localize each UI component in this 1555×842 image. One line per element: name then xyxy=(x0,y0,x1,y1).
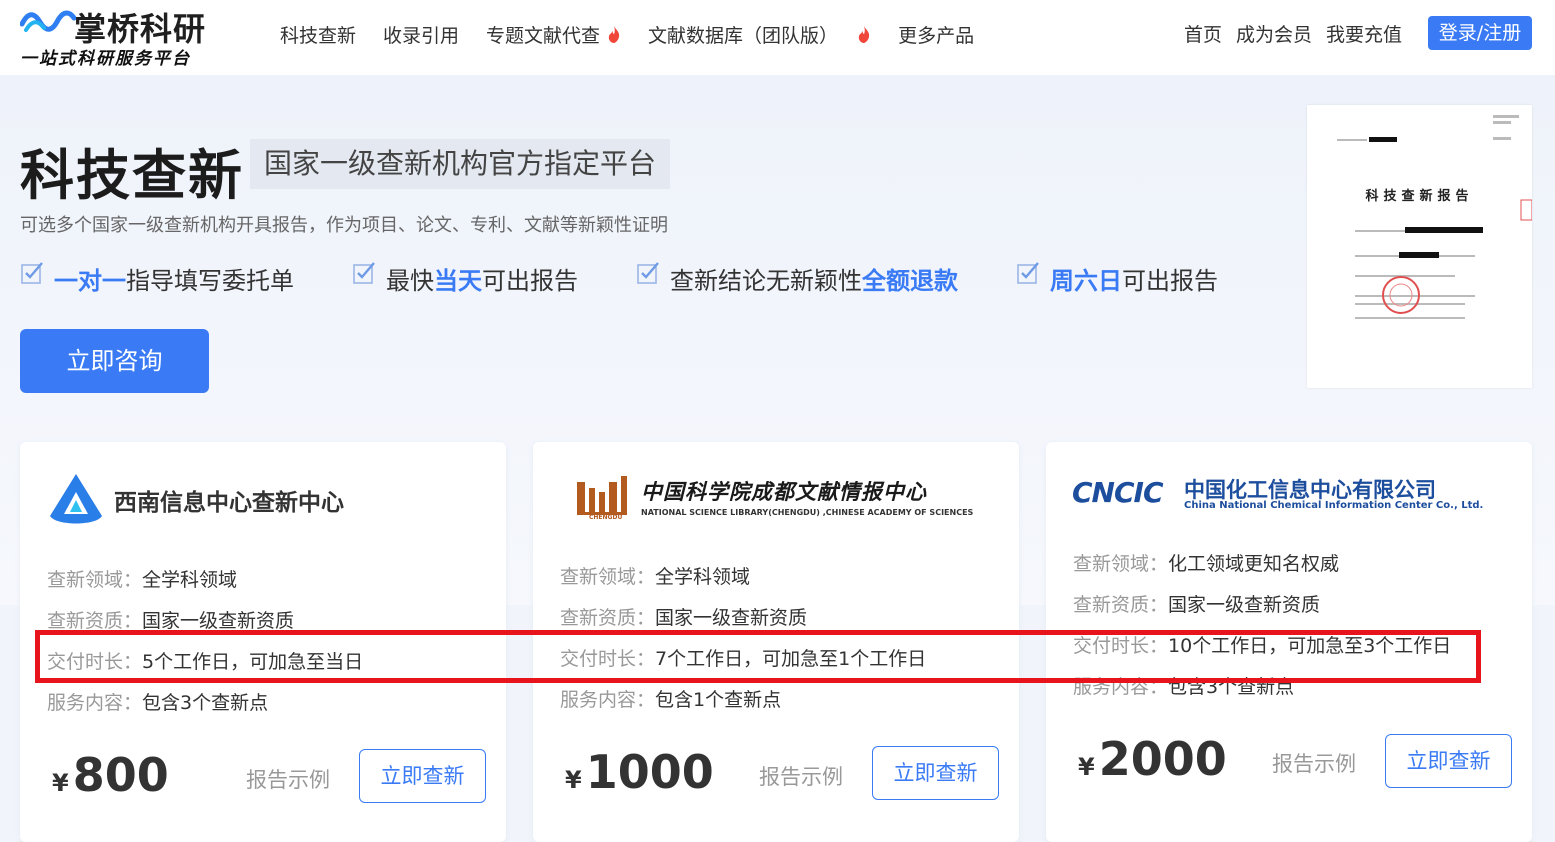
currency-symbol: ¥ xyxy=(565,766,582,794)
feature-highlight: 当天 xyxy=(434,267,482,295)
nav-item-tech-novelty[interactable]: 科技查新 xyxy=(280,21,356,48)
info-row-field: 查新领域： 全学科领域 xyxy=(560,562,750,589)
feature-text: 最快 xyxy=(386,267,434,295)
agency-logo-mark: CNCIC xyxy=(1072,476,1163,509)
info-row-qualification: 查新资质： 国家一级查新资质 xyxy=(47,606,294,633)
user-nav: 首页 成为会员 我要充值 xyxy=(1184,20,1416,47)
feature-item: 查新结论无新颖性 全额退款 xyxy=(636,261,958,296)
top-header: 掌桥科研 一站式科研服务平台 科技查新 收录引用 专题文献代查 文献数据库（团队… xyxy=(0,0,1555,75)
page-title: 科技查新 xyxy=(20,144,244,207)
feature-text: 查新结论无新颖性 xyxy=(670,267,862,295)
info-row-field: 查新领域： 全学科领域 xyxy=(47,565,237,592)
nav-home-link[interactable]: 首页 xyxy=(1184,20,1222,47)
currency-symbol: ¥ xyxy=(1078,753,1095,781)
info-label: 查新资质： xyxy=(560,607,656,629)
info-value: 包含1个查新点 xyxy=(655,689,782,711)
consult-now-button[interactable]: 立即咨询 xyxy=(20,329,209,393)
price: ¥1000 xyxy=(565,745,714,799)
southwest-triangle-icon xyxy=(50,474,102,524)
price: ¥800 xyxy=(52,748,169,802)
check-now-button[interactable]: 立即查新 xyxy=(359,749,486,803)
report-sample-link[interactable]: 报告示例 xyxy=(1272,748,1356,778)
info-value: 国家一级查新资质 xyxy=(142,610,295,632)
info-label: 查新资质： xyxy=(47,610,143,632)
checkbox-icon xyxy=(21,261,43,284)
price-value: 1000 xyxy=(585,745,714,799)
feature-highlight: 全额退款 xyxy=(862,267,958,295)
info-label: 查新领域： xyxy=(1073,553,1169,575)
main-nav: 科技查新 收录引用 专题文献代查 文献数据库（团队版） 更多产品 xyxy=(280,20,1001,48)
checkbox-icon xyxy=(1017,261,1039,284)
nav-label: 文献数据库（团队版） xyxy=(648,24,839,47)
info-label: 查新领域： xyxy=(47,569,143,591)
info-value: 全学科领域 xyxy=(655,566,751,588)
feature-text: 指导填写委托单 xyxy=(126,267,294,295)
hero-tagline: 国家一级查新机构官方指定平台 xyxy=(250,139,671,189)
report-sample-image[interactable]: 科技查新报告 xyxy=(1307,105,1533,388)
nav-label: 科技查新 xyxy=(280,24,357,47)
agency-logo: CNCIC 中国化工信息中心有限公司 China National Chemic… xyxy=(1072,472,1483,516)
price: ¥2000 xyxy=(1078,732,1227,786)
price-value: 800 xyxy=(72,748,169,802)
info-label: 服务内容： xyxy=(47,692,143,714)
checkbox-icon xyxy=(637,261,659,284)
info-label: 服务内容： xyxy=(560,689,656,711)
info-value: 全学科领域 xyxy=(142,569,238,591)
nav-recharge-link[interactable]: 我要充值 xyxy=(1326,20,1402,47)
brand-logo[interactable]: 掌桥科研 一站式科研服务平台 xyxy=(18,4,228,69)
feature-highlight: 一对一 xyxy=(54,267,126,295)
nav-member-link[interactable]: 成为会员 xyxy=(1236,20,1312,47)
info-row-qualification: 查新资质： 国家一级查新资质 xyxy=(1073,590,1320,617)
brand-slogan: 一站式科研服务平台 xyxy=(20,49,191,69)
checkbox-icon xyxy=(353,261,375,284)
info-label: 查新资质： xyxy=(1073,594,1169,616)
info-value: 国家一级查新资质 xyxy=(1168,594,1321,616)
feature-text: 可出报告 xyxy=(1122,267,1218,295)
feature-item: 一对一 指导填写委托单 xyxy=(20,261,294,296)
price-value: 2000 xyxy=(1098,732,1227,786)
agency-name-en: China National Chemical Information Cent… xyxy=(1184,500,1484,511)
info-label: 查新领域： xyxy=(560,566,656,588)
info-row-service: 服务内容： 包含3个查新点 xyxy=(47,688,268,715)
logo-wave-icon xyxy=(20,10,76,32)
login-register-button[interactable]: 登录/注册 xyxy=(1428,16,1532,50)
feature-item: 周六日 可出报告 xyxy=(1016,261,1218,296)
agency-logo: CHENGDU 中国科学院成都文献情报中心 NATIONAL SCIENCE L… xyxy=(559,472,973,528)
currency-symbol: ¥ xyxy=(52,769,69,797)
info-value: 化工领域更知名权威 xyxy=(1168,553,1340,575)
report-sample-link[interactable]: 报告示例 xyxy=(759,761,843,791)
feature-text: 可出报告 xyxy=(482,267,578,295)
info-row-service: 服务内容： 包含1个查新点 xyxy=(560,685,781,712)
report-sample-link[interactable]: 报告示例 xyxy=(246,764,330,794)
agency-name: 中国科学院成都文献情报中心 xyxy=(641,479,927,504)
report-title: 科技查新报告 xyxy=(1365,189,1474,204)
check-now-button[interactable]: 立即查新 xyxy=(1385,734,1512,788)
info-value: 包含3个查新点 xyxy=(142,692,269,714)
nav-item-database[interactable]: 文献数据库（团队版） xyxy=(648,21,884,48)
report-page-lines xyxy=(1337,115,1533,319)
annotation-highlight-box xyxy=(35,630,1481,683)
fire-icon xyxy=(858,25,870,43)
agency-name: 西南信息中心查新中心 xyxy=(114,490,344,516)
nav-item-more-products[interactable]: 更多产品 xyxy=(898,21,974,48)
nav-item-topic-search[interactable]: 专题文献代查 xyxy=(486,21,634,48)
nav-item-citation[interactable]: 收录引用 xyxy=(383,21,459,48)
info-row-field: 查新领域： 化工领域更知名权威 xyxy=(1073,549,1339,576)
agency-logo-tag: CHENGDU xyxy=(589,514,623,521)
feature-item: 最快 当天 可出报告 xyxy=(352,261,578,296)
hero-description: 可选多个国家一级查新机构开具报告，作为项目、论文、专利、文献等新颖性证明 xyxy=(20,215,668,236)
feature-highlight: 周六日 xyxy=(1050,267,1122,295)
check-now-button[interactable]: 立即查新 xyxy=(872,746,999,800)
info-value: 国家一级查新资质 xyxy=(655,607,808,629)
nav-label: 更多产品 xyxy=(898,24,975,47)
nav-label: 收录引用 xyxy=(383,24,460,47)
fire-icon xyxy=(608,25,620,43)
agency-name-en: NATIONAL SCIENCE LIBRARY(CHENGDU) ,CHINE… xyxy=(641,508,974,517)
info-row-qualification: 查新资质： 国家一级查新资质 xyxy=(560,603,807,630)
agency-logo: 西南信息中心查新中心 xyxy=(46,470,386,530)
nav-label: 专题文献代查 xyxy=(486,24,601,47)
